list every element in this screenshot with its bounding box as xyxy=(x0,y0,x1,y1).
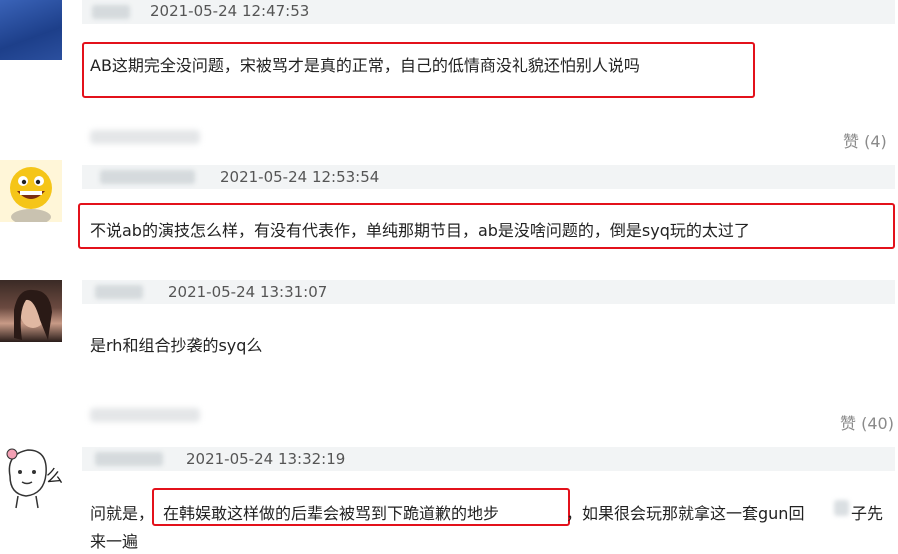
comment-text-end: 子先 xyxy=(851,504,884,523)
comment-text: 不说ab的演技怎么样，有没有代表作，单纯那期节目，ab是没啥问题的，倒是syq玩… xyxy=(90,221,750,240)
avatar[interactable] xyxy=(0,280,62,342)
comment-text-continued: ，如果很会玩那就拿这一套gun回 xyxy=(566,504,805,523)
comment-text: 是rh和组合抄袭的syq么 xyxy=(90,336,263,355)
sticker-caption: 么 xyxy=(46,467,63,487)
avatar[interactable] xyxy=(0,0,62,60)
comment-text-highlight: 在韩娱敢这样做的后辈会被骂到下跪道歉的地步 xyxy=(163,504,500,523)
like-count[interactable]: 赞 (4) xyxy=(843,128,887,152)
username[interactable] xyxy=(92,5,130,19)
reply-preview xyxy=(90,408,200,422)
comment-header xyxy=(82,165,895,189)
username[interactable] xyxy=(95,285,143,299)
photo-avatar-icon xyxy=(14,289,52,340)
smiley-avatar-icon xyxy=(10,167,52,222)
comment-timestamp: 2021-05-24 13:32:19 xyxy=(186,450,346,468)
reply-preview xyxy=(90,130,200,144)
comment-text-line2: 来一遍 xyxy=(90,532,139,551)
blurred-character xyxy=(834,500,849,516)
comment-timestamp: 2021-05-24 13:31:07 xyxy=(168,283,328,301)
avatar[interactable] xyxy=(0,160,62,222)
comment-text-start: 问就是， xyxy=(90,504,155,523)
username[interactable] xyxy=(95,452,163,466)
comment-timestamp: 2021-05-24 12:47:53 xyxy=(150,2,310,20)
comment-timestamp: 2021-05-24 12:53:54 xyxy=(220,168,380,186)
like-count[interactable]: 赞 (40) xyxy=(840,410,894,434)
username[interactable] xyxy=(100,170,195,184)
comment-text: AB这期完全没问题，宋被骂才是真的正常，自己的低情商没礼貌还怕别人说吗 xyxy=(90,56,640,75)
